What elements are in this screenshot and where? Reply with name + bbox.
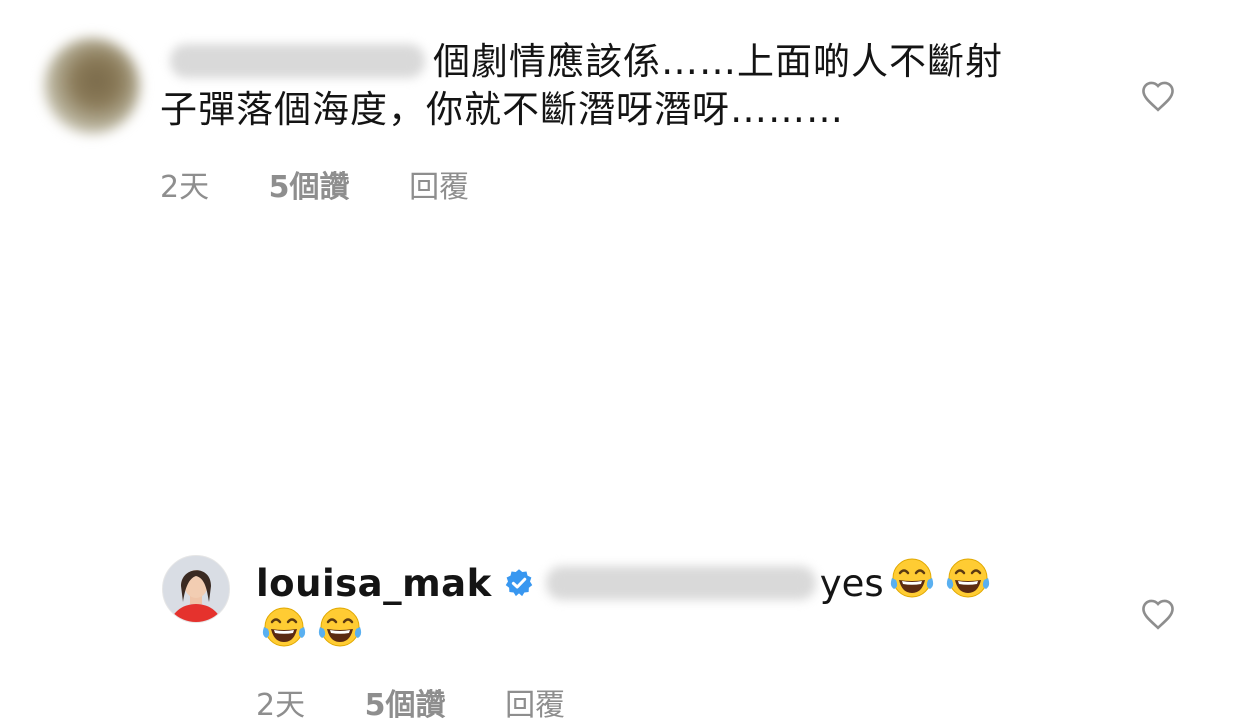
- username-link[interactable]: louisa_mak: [256, 562, 492, 605]
- verified-badge-icon: [505, 569, 532, 597]
- laughing-tears-emoji: [890, 558, 933, 598]
- comment-2: louisa_mak yes 2天 5個讚 回覆: [0, 270, 1242, 723]
- heart-outline-icon[interactable]: [1140, 598, 1176, 630]
- laughing-tears-emoji: [946, 558, 989, 598]
- reply-button[interactable]: 回覆: [505, 688, 565, 723]
- comment-time: 2天: [256, 688, 306, 723]
- blurred-username: [170, 43, 425, 78]
- comment-2-meta: 2天 5個讚 回覆: [256, 680, 615, 724]
- comment-2-line1: louisa_mak yes: [256, 556, 1156, 605]
- blurred-avatar[interactable]: [44, 38, 140, 134]
- comment-1-meta: 2天 5個讚 回覆: [160, 162, 519, 206]
- laughing-tears-emoji: [318, 607, 362, 647]
- comment-2-text: yes: [819, 562, 884, 605]
- comment-1-text: 個劇情應該係……上面啲人不斷射 子彈落個海度，你就不斷潛呀潛呀………: [160, 38, 1090, 134]
- avatar[interactable]: [162, 555, 230, 623]
- comment-1-line2: 子彈落個海度，你就不斷潛呀潛呀………: [160, 88, 844, 131]
- comment-time: 2天: [160, 170, 210, 205]
- laughing-tears-emoji: [262, 607, 306, 647]
- likes-count[interactable]: 5個讚: [269, 170, 350, 205]
- reply-button[interactable]: 回覆: [409, 170, 469, 205]
- comment-1: 個劇情應該係……上面啲人不斷射 子彈落個海度，你就不斷潛呀潛呀……… 2天 5個…: [0, 0, 1242, 230]
- comment-1-line1: 個劇情應該係……上面啲人不斷射: [433, 40, 1003, 83]
- heart-outline-icon[interactable]: [1140, 80, 1176, 112]
- blurred-mention: [545, 565, 816, 600]
- likes-count[interactable]: 5個讚: [365, 688, 446, 723]
- comment-2-line2: [256, 605, 368, 657]
